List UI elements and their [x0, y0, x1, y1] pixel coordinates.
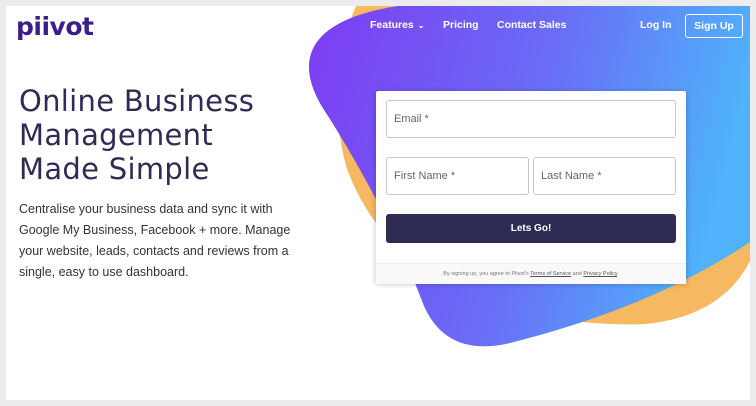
hero-headline: Online Business Management Made Simple	[19, 84, 254, 186]
first-name-field[interactable]	[386, 157, 529, 195]
terms-suffix: .	[617, 271, 619, 277]
terms-prefix: By signing up, you agree to Piivot's	[443, 271, 531, 277]
signup-form-card: Lets Go! By signing up, you agree to Pii…	[376, 91, 686, 284]
nav-contact-sales[interactable]: Contact Sales	[497, 19, 566, 31]
nav-pricing[interactable]: Pricing	[443, 19, 479, 31]
nav-login[interactable]: Log In	[640, 19, 672, 31]
chevron-down-icon: ⌄	[417, 21, 425, 30]
terms-notice: By signing up, you agree to Piivot's Ter…	[376, 263, 686, 284]
signup-button[interactable]: Sign Up	[685, 14, 743, 38]
privacy-policy-link[interactable]: Privacy Policy	[583, 271, 617, 277]
terms-and: and	[571, 271, 584, 277]
hero-description: Centralise your business data and sync i…	[19, 202, 291, 279]
last-name-field[interactable]	[533, 157, 676, 195]
email-field[interactable]	[386, 100, 676, 138]
nav-features[interactable]: Features ⌄	[370, 19, 424, 31]
headline-line-3: Made Simple	[19, 152, 210, 186]
page-frame: piivot Features ⌄ Pricing Contact Sales L…	[6, 6, 750, 400]
lets-go-button[interactable]: Lets Go!	[386, 214, 676, 243]
terms-of-service-link[interactable]: Terms of Service	[530, 271, 571, 277]
headline-line-2: Management	[19, 118, 214, 152]
piivot-logo[interactable]: piivot	[16, 12, 94, 41]
nav-features-label: Features	[370, 19, 414, 31]
headline-line-1: Online Business	[19, 84, 255, 118]
